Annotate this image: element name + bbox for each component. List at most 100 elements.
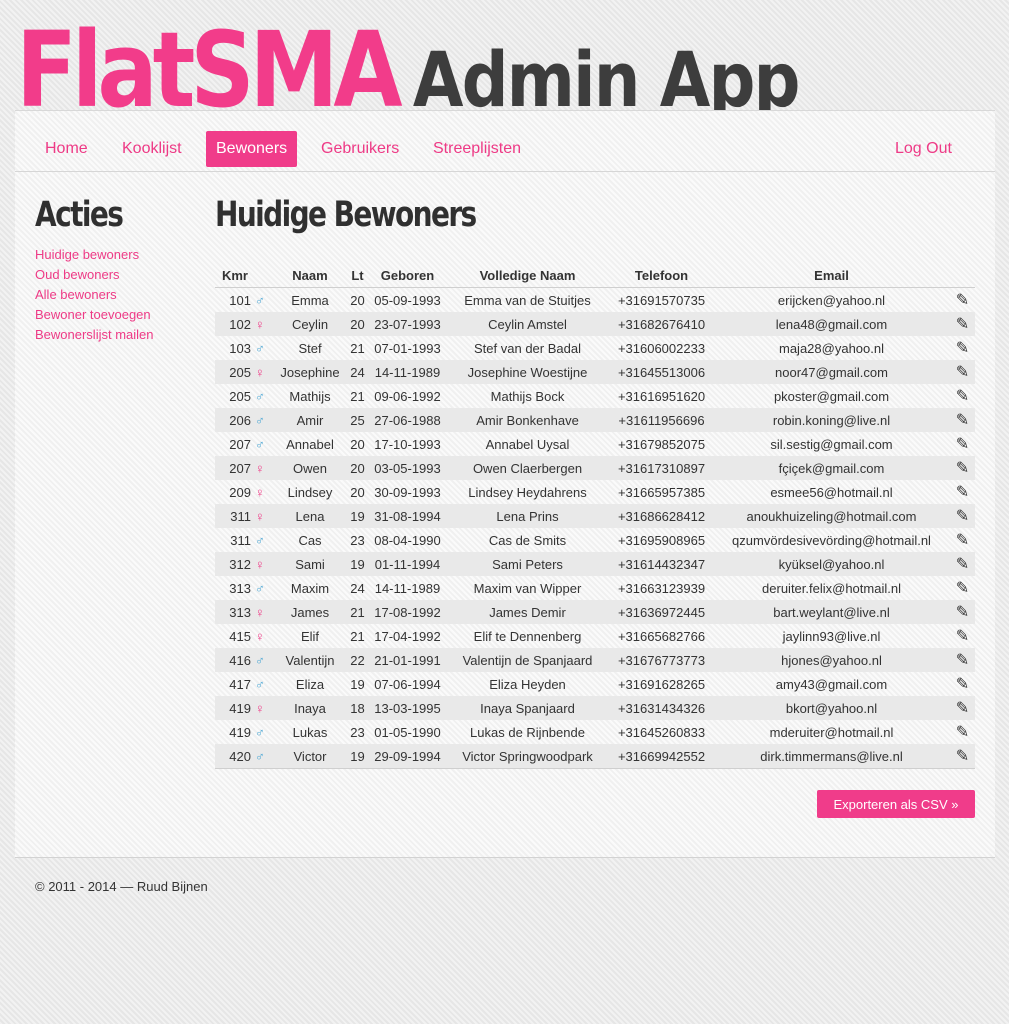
column-header-naam[interactable]: Naam [275, 263, 345, 288]
cell-geboren: 07-01-1993 [374, 340, 441, 356]
cell-geboren: 17-04-1992 [374, 628, 441, 644]
cell-edit: ✎ [950, 384, 975, 408]
pencil-icon[interactable]: ✎ [956, 412, 969, 429]
cell-naam: Amir [275, 408, 345, 432]
nav-gebruikers[interactable]: Gebruikers [321, 131, 399, 167]
cell-kmr: 313 [229, 580, 251, 596]
cell-lt: 21 [350, 628, 365, 644]
cell-gender: ♂ [255, 648, 275, 672]
pencil-icon[interactable]: ✎ [956, 292, 969, 309]
pencil-icon[interactable]: ✎ [956, 484, 969, 501]
cell-gender: ♂ [255, 432, 275, 456]
sidebar-link-bewonerslijst-mailen[interactable]: Bewonerslijst mailen [35, 325, 205, 345]
table-row[interactable]: 102 ♀ Ceylin 20 23-07-1993 Ceylin Amstel +3168… [215, 312, 975, 336]
pencil-icon[interactable]: ✎ [956, 628, 969, 645]
cell-lt: 19 [345, 744, 370, 769]
nav-home[interactable]: Home [45, 131, 88, 167]
table-row[interactable]: 416 ♂ Valentijn 22 21-01-1991 Valentijn de Sp… [215, 648, 975, 672]
pencil-icon[interactable]: ✎ [956, 460, 969, 477]
nav-streeplijsten[interactable]: Streeplijsten [433, 131, 521, 167]
cell-gender: ♀ [255, 360, 275, 384]
table-row[interactable]: 311 ♂ Cas 23 08-04-1990 Cas de Smits +31695908… [215, 528, 975, 552]
cell-naam: Lukas [292, 724, 328, 740]
sidebar-link-oud-bewoners[interactable]: Oud bewoners [35, 265, 205, 285]
cell-email: robin.koning@live.nl [713, 408, 950, 432]
cell-edit: ✎ [950, 648, 975, 672]
table-row[interactable]: 205 ♀ Josephine 24 14-11-1989 Josephine Woest… [215, 360, 975, 384]
table-row[interactable]: 205 ♂ Mathijs 21 09-06-1992 Mathijs Bock +3161… [215, 384, 975, 408]
column-header-telefoon[interactable]: Telefoon [610, 263, 713, 288]
cell-edit: ✎ [950, 672, 975, 696]
cell-gender: ♂ [255, 288, 275, 313]
page-title: Huidige Bewoners [215, 195, 477, 235]
pencil-icon[interactable]: ✎ [956, 676, 969, 693]
cell-volledige-naam: Josephine Woestijne [445, 360, 610, 384]
pencil-icon[interactable]: ✎ [956, 748, 969, 765]
pencil-icon[interactable]: ✎ [956, 532, 969, 549]
column-header-email[interactable]: Email [713, 263, 950, 288]
table-row[interactable]: 313 ♀ James 21 17-08-1992 James Demir +3163697… [215, 600, 975, 624]
cell-kmr: 209 [229, 484, 251, 500]
column-header-volledige-naam[interactable]: Volledige Naam [445, 263, 610, 288]
column-header-lt[interactable]: Lt [345, 263, 370, 288]
cell-edit: ✎ [950, 288, 975, 313]
cell-naam: Inaya [275, 696, 345, 720]
cell-volledige-naam: Lindsey Heydahrens [468, 484, 587, 500]
sidebar-link-bewoner-toevoegen[interactable]: Bewoner toevoegen [35, 305, 205, 325]
pencil-icon[interactable]: ✎ [956, 508, 969, 525]
column-header-kmr[interactable]: Kmr [215, 263, 255, 288]
sidebar-link-huidige-bewoners[interactable]: Huidige bewoners [35, 245, 205, 265]
pencil-icon[interactable]: ✎ [956, 724, 969, 741]
pencil-icon[interactable]: ✎ [956, 556, 969, 573]
table-row[interactable]: 313 ♂ Maxim 24 14-11-1989 Maxim van Wipper +31… [215, 576, 975, 600]
nav-kooklijst[interactable]: Kooklijst [122, 131, 182, 167]
content-panel: Home Kooklijst Bewoners Gebruikers Stree… [15, 110, 995, 858]
cell-telefoon: +31631434326 [610, 696, 713, 720]
table-row[interactable]: 415 ♀ Elif 21 17-04-1992 Elif te Dennenberg +3… [215, 624, 975, 648]
table-row[interactable]: 419 ♂ Lukas 23 01-05-1990 Lukas de Rijnbende +… [215, 720, 975, 744]
cell-edit: ✎ [950, 624, 975, 648]
pencil-icon[interactable]: ✎ [956, 388, 969, 405]
pencil-icon[interactable]: ✎ [956, 652, 969, 669]
table-row[interactable]: 420 ♂ Victor 19 29-09-1994 Victor Springwoodp… [215, 744, 975, 769]
cell-edit: ✎ [950, 456, 975, 480]
cell-telefoon: +31663123939 [617, 580, 706, 596]
cell-email: sil.sestig@gmail.com [770, 436, 893, 452]
table-row[interactable]: 207 ♀ Owen 20 03-05-1993 Owen Claerbergen +316… [215, 456, 975, 480]
table-row[interactable]: 101 ♂ Emma 20 05-09-1993 Emma van de Stuitjes… [215, 288, 975, 313]
nav-bewoners[interactable]: Bewoners [206, 131, 298, 167]
cell-kmr: 102 [215, 312, 255, 336]
pencil-icon[interactable]: ✎ [956, 364, 969, 381]
table-row[interactable]: 419 ♀ Inaya 18 13-03-1995 Inaya Spanjaard +316… [215, 696, 975, 720]
cell-lt: 23 [350, 532, 365, 548]
cell-lt: 19 [345, 504, 370, 528]
table-row[interactable]: 417 ♂ Eliza 19 07-06-1994 Eliza Heyden +316916… [215, 672, 975, 696]
pencil-icon[interactable]: ✎ [956, 316, 969, 333]
cell-email: jaylinn93@live.nl [782, 628, 881, 644]
pencil-icon[interactable]: ✎ [956, 700, 969, 717]
table-row[interactable]: 206 ♂ Amir 25 27-06-1988 Amir Bonkenhave +3161… [215, 408, 975, 432]
table-row[interactable]: 312 ♀ Sami 19 01-11-1994 Sami Peters +31614432… [215, 552, 975, 576]
cell-volledige-naam: Inaya Spanjaard [445, 696, 610, 720]
cell-email: erijcken@yahoo.nl [777, 292, 886, 308]
pencil-icon[interactable]: ✎ [956, 436, 969, 453]
table-row[interactable]: 207 ♂ Annabel 20 17-10-1993 Annabel Uysal +316… [215, 432, 975, 456]
table-row[interactable]: 209 ♀ Lindsey 20 30-09-1993 Lindsey Heydahren… [215, 480, 975, 504]
cell-telefoon: +31691570735 [617, 292, 706, 308]
cell-kmr: 205 [229, 388, 251, 404]
cell-naam: Victor [275, 744, 345, 769]
table-row[interactable]: 311 ♀ Lena 19 31-08-1994 Lena Prins +316866284… [215, 504, 975, 528]
table-row[interactable]: 103 ♂ Stef 21 07-01-1993 Stef van der Badal +3… [215, 336, 975, 360]
female-icon: ♀ [255, 460, 265, 476]
column-header-geboren[interactable]: Geboren [370, 263, 445, 288]
sidebar-link-alle-bewoners[interactable]: Alle bewoners [35, 285, 205, 305]
pencil-icon[interactable]: ✎ [956, 580, 969, 597]
pencil-icon[interactable]: ✎ [956, 604, 969, 621]
cell-telefoon: +31636972445 [610, 600, 713, 624]
cell-geboren: 03-05-1993 [370, 456, 445, 480]
export-csv-button[interactable]: Exporteren als CSV » [817, 790, 975, 818]
pencil-icon[interactable]: ✎ [956, 340, 969, 357]
cell-geboren: 07-06-1994 [374, 676, 441, 692]
logout-link[interactable]: Log Out [895, 131, 952, 167]
cell-kmr: 420 [215, 744, 255, 769]
